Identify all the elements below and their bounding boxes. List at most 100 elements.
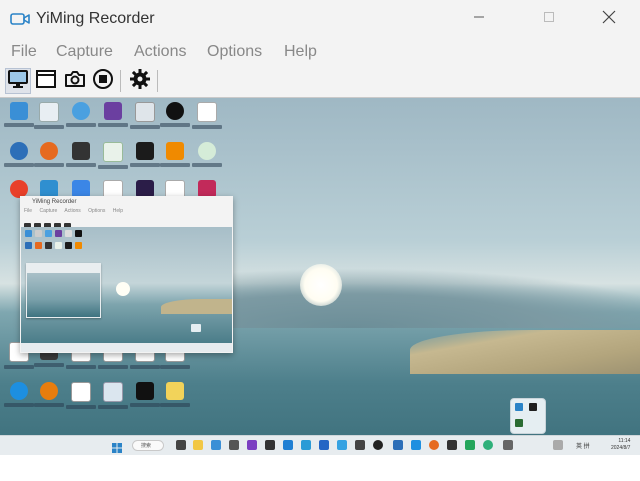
desktop-icon [96, 102, 130, 144]
taskbar-app-icon [265, 440, 275, 450]
nested-window-title: YiMing Recorder [32, 199, 77, 205]
capture-preview: YiMing Recorder File Capture Actions Opt… [0, 98, 640, 455]
desktop-icon [158, 102, 192, 144]
toolbar [0, 66, 640, 98]
desktop-icon [64, 102, 98, 144]
gear-icon [129, 68, 151, 95]
nested-menu-bar: File Capture Actions Options Help [24, 208, 129, 214]
nested-desktop-icon [75, 242, 82, 249]
taskbar-app-icon [319, 440, 329, 450]
desktop-icon [128, 382, 162, 424]
input-method-indicator: 英 拼 [576, 444, 590, 450]
nested-inner-preview [27, 273, 100, 317]
desktop-icon [2, 382, 36, 424]
desktop-icon [190, 102, 224, 144]
taskbar-app-icon [355, 440, 365, 450]
nested-desktop-icon [65, 242, 72, 249]
nested-popup [191, 324, 201, 332]
clock-date: 2024/8/7 [611, 445, 631, 451]
tray-overflow-popup [510, 398, 546, 434]
close-icon [602, 10, 616, 29]
nested-recorder-window: YiMing Recorder File Capture Actions Opt… [20, 196, 233, 353]
nested-desktop-icon [45, 242, 52, 249]
tray-app-icon [515, 419, 523, 427]
window-footer [0, 455, 640, 481]
menu-bar: File Capture Actions Options Help [0, 38, 640, 66]
nested-desktop-icon [55, 230, 62, 237]
maximize-button[interactable] [526, 0, 572, 38]
menu-actions[interactable]: Actions [134, 43, 186, 61]
taskbar-app-icon [373, 440, 383, 450]
taskbar-app-icon [211, 440, 221, 450]
wallpaper-grass [410, 330, 640, 374]
taskbar-app-icon [411, 440, 421, 450]
nested-desktop-icon [55, 242, 62, 249]
nested-sun [116, 282, 130, 296]
vscode-icon [283, 440, 293, 450]
nested-toolbar [24, 217, 224, 230]
nested-desktop-icon [35, 230, 42, 237]
taskbar-app-icon [483, 440, 493, 450]
taskbar-clock: 11:14 2024/8/7 [611, 438, 630, 452]
tray-app-icon [529, 403, 537, 411]
taskbar-search-text: 搜索 [141, 443, 152, 449]
taskbar-search-box: 搜索 [132, 440, 164, 451]
window-title: YiMing Recorder [36, 10, 155, 27]
edge-icon [301, 440, 311, 450]
nested-capture-preview [21, 227, 232, 352]
taskbar-app-icon [465, 440, 475, 450]
window-icon [35, 69, 57, 94]
minimize-icon [473, 10, 485, 28]
maximize-icon [543, 10, 555, 28]
nested-menu-item: Actions [64, 208, 81, 214]
tray-app-icon [515, 403, 523, 411]
taskbar-app-icon [503, 440, 513, 450]
desktop-icon [128, 142, 162, 184]
windows-start-icon [112, 440, 122, 453]
screenshot-button[interactable] [62, 68, 88, 94]
desktop-icon [2, 102, 36, 144]
nested-desktop-icon [35, 242, 42, 249]
wallpaper-sun [300, 264, 342, 306]
nested-desktop-icon [65, 230, 72, 237]
desktop-icon [96, 142, 130, 184]
title-bar: YiMing Recorder [0, 0, 640, 38]
stop-record-button[interactable] [90, 68, 116, 94]
window-capture-button[interactable] [33, 68, 59, 94]
nested-taskbar [21, 343, 232, 352]
taskbar-app-icon [447, 440, 457, 450]
desktop-icon [32, 142, 66, 184]
menu-help[interactable]: Help [284, 43, 317, 61]
nested-desktop-icon [45, 230, 52, 237]
menu-file[interactable]: File [11, 43, 37, 61]
nested-desktop-icon [25, 230, 32, 237]
menu-capture[interactable]: Capture [56, 43, 113, 61]
full-screen-capture-button[interactable] [5, 68, 31, 94]
desktop-icon [190, 142, 224, 184]
desktop-icon [32, 102, 66, 144]
menu-options[interactable]: Options [207, 43, 262, 61]
minimize-button[interactable] [456, 0, 502, 38]
nested-menu-item: Options [88, 208, 106, 214]
close-button[interactable] [586, 0, 632, 38]
task-view-icon [176, 440, 186, 450]
firefox-icon [429, 440, 439, 450]
nested-menu-item: Capture [39, 208, 58, 214]
clock-time: 11:14 [618, 438, 631, 444]
camera-icon [64, 69, 86, 94]
desktop-icon [128, 102, 162, 144]
taskbar-app-icon [337, 440, 347, 450]
settings-button[interactable] [127, 68, 153, 94]
nested-menu-item: Help [112, 208, 124, 214]
nested-grass [161, 299, 232, 314]
taskbar-app-icon [229, 440, 239, 450]
desktop-icon [2, 142, 36, 184]
monitor-icon [7, 69, 29, 94]
nested-menu-item: File [24, 208, 33, 214]
stop-icon [92, 68, 114, 95]
camera-icon [10, 10, 30, 28]
desktop-icon [158, 382, 192, 424]
captured-taskbar: 搜索 英 拼 11:14 2024/8/7 [0, 435, 640, 455]
taskbar-app-icon [393, 440, 403, 450]
desktop-icon [64, 382, 98, 424]
